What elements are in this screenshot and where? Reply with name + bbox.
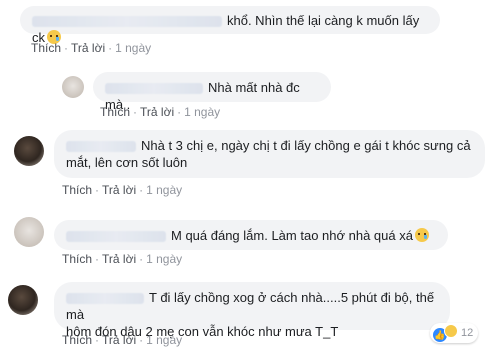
comment-text-line-2: mắt, lên cơn sốt luôn [66, 155, 188, 170]
separator: · [139, 252, 144, 266]
reply-link[interactable]: Trả lời [102, 183, 136, 197]
avatar[interactable] [14, 136, 44, 166]
separator: · [64, 41, 69, 55]
comment-bubble: M quá đáng lắm. Làm tao nhớ nhà quá xá [54, 220, 448, 250]
comment-actions: Thích · Trả lời · 1 ngày [62, 252, 182, 266]
reaction-count: 12 [461, 327, 474, 339]
reply-link[interactable]: Trả lời [102, 333, 136, 347]
like-link[interactable]: Thích [31, 41, 61, 55]
like-link[interactable]: Thích [100, 105, 130, 119]
author-name-blurred[interactable] [32, 16, 222, 28]
like-link[interactable]: Thích [62, 183, 92, 197]
comment-text-line-1: Nhà t 3 chị e, ngày chị t đi lấy chồng e… [141, 138, 471, 153]
comment-bubble: Nhà mất nhà đc mà . [93, 72, 331, 112]
reply-link[interactable]: Trả lời [102, 252, 136, 266]
timestamp[interactable]: 1 ngày [146, 183, 182, 197]
separator: · [95, 333, 100, 347]
like-link[interactable]: Thích [62, 252, 92, 266]
comment-bubble: Nhà t 3 chị e, ngày chị t đi lấy chồng e… [54, 130, 485, 178]
avatar[interactable] [62, 76, 84, 98]
timestamp[interactable]: 1 ngày [146, 252, 182, 266]
comment-actions: Thích · Trả lời · 1 ngày [100, 105, 220, 119]
reply-link[interactable]: Trả lời [71, 41, 105, 55]
comment-bubble: T đi lấy chồng xog ở cách nhà.....5 phút… [54, 282, 450, 339]
comment-text: M quá đáng lắm. Làm tao nhớ nhà quá xá [171, 228, 413, 243]
reply-link[interactable]: Trả lời [140, 105, 174, 119]
comment-actions: Thích · Trả lời · 1 ngày [62, 183, 182, 197]
timestamp[interactable]: 1 ngày [115, 41, 151, 55]
avatar[interactable] [8, 285, 38, 315]
separator: · [95, 252, 100, 266]
author-name-blurred[interactable] [105, 83, 203, 95]
timestamp[interactable]: 1 ngày [146, 333, 182, 347]
author-name-blurred[interactable] [66, 231, 166, 243]
separator: · [139, 333, 144, 347]
like-link[interactable]: Thích [62, 333, 92, 347]
avatar[interactable] [14, 217, 44, 247]
comment-actions: Thích · Trả lời · 1 ngày [31, 41, 151, 55]
haha-reaction-icon [444, 324, 458, 338]
separator: · [133, 105, 138, 119]
crying-face-icon [414, 228, 429, 242]
comment-bubble: khổ. Nhìn thế lại càng k muốn lấy ck [20, 6, 440, 45]
separator: · [95, 183, 100, 197]
separator: · [108, 41, 113, 55]
comment-actions: Thích · Trả lời · 1 ngày [62, 333, 182, 347]
separator: · [177, 105, 182, 119]
author-name-blurred[interactable] [66, 141, 136, 153]
separator: · [139, 183, 144, 197]
reaction-summary[interactable]: 👍 12 [430, 323, 479, 343]
timestamp[interactable]: 1 ngày [184, 105, 220, 119]
author-name-blurred[interactable] [66, 293, 144, 305]
